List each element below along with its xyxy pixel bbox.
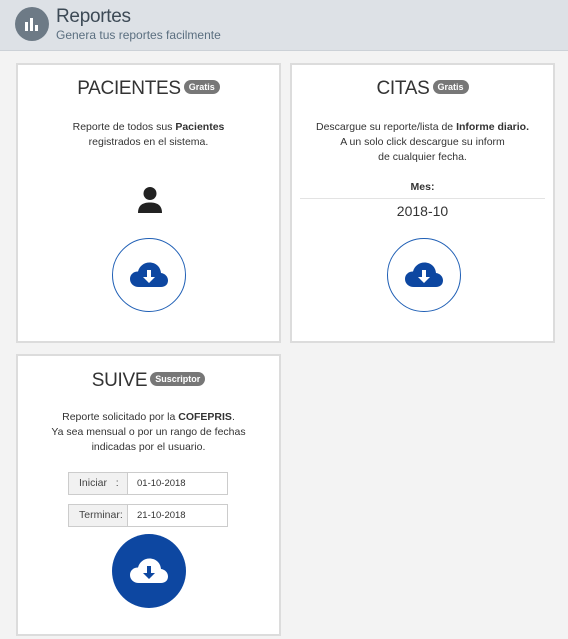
- download-citas-button[interactable]: [387, 238, 461, 312]
- end-date-input[interactable]: 21-10-2018: [128, 504, 228, 527]
- desc-text: A un solo click descargue su inform: [340, 136, 505, 148]
- end-date-group: Terminar: 21-10-2018: [68, 504, 228, 527]
- subscriber-badge: Suscriptor: [150, 371, 206, 386]
- month-value[interactable]: 2018-10: [292, 203, 553, 219]
- desc-bold: COFEPRIS: [178, 411, 232, 423]
- month-label: Mes:: [410, 181, 435, 193]
- month-divider: [300, 198, 545, 199]
- cloud-download-icon: [130, 262, 168, 287]
- start-date-input[interactable]: 01-10-2018: [128, 472, 228, 495]
- page-subtitle: Genera tus reportes facilmente: [56, 28, 221, 42]
- cloud-download-icon: [405, 262, 443, 287]
- card-title: SUIVE Suscriptor: [18, 370, 279, 392]
- page-title: Reportes: [56, 6, 131, 27]
- desc-text: registrados en el sistema.: [88, 136, 209, 148]
- desc-text: .: [231, 411, 235, 423]
- desc-text: indicadas por el usuario.: [91, 441, 206, 453]
- desc-bold: Pacientes: [175, 121, 225, 133]
- desc-text: Reporte de todos sus: [72, 121, 176, 133]
- card-title-text: CITAS: [376, 78, 430, 99]
- person-icon: [138, 187, 162, 213]
- cloud-download-icon: [130, 558, 168, 583]
- desc-bold: Informe diario.: [456, 121, 529, 133]
- desc-text: Ya sea mensual o por un rango de fechas: [51, 426, 246, 438]
- desc-text: de cualquier fecha.: [378, 151, 467, 163]
- suive-card: SUIVE Suscriptor Reporte solicitado por l…: [16, 354, 281, 636]
- start-date-group: Iniciar : 01-10-2018: [68, 472, 228, 495]
- bar-chart-icon: [15, 7, 49, 41]
- card-title-text: SUIVE: [91, 370, 148, 391]
- desc-text: Reporte solicitado por la: [62, 411, 179, 423]
- start-date-label: Iniciar :: [68, 472, 128, 495]
- free-badge: Gratis: [183, 79, 220, 94]
- card-title-text: PACIENTES: [77, 78, 181, 99]
- desc-text: Descargue su reporte/lista de: [315, 121, 457, 133]
- end-date-label: Terminar:: [68, 504, 128, 527]
- citas-card: CITAS Gratis Descargue su reporte/lista d…: [290, 63, 555, 343]
- download-suive-button[interactable]: [112, 534, 186, 608]
- card-description: Reporte de todos sus Pacientes registrad…: [18, 120, 279, 150]
- card-description: Descargue su reporte/lista de Informe di…: [292, 120, 553, 165]
- card-description: Reporte solicitado por la COFEPRIS. Ya s…: [18, 410, 279, 455]
- card-title: CITAS Gratis: [292, 78, 553, 100]
- pacientes-card: PACIENTES Gratis Reporte de todos sus Pac…: [16, 63, 281, 343]
- card-title: PACIENTES Gratis: [18, 78, 279, 100]
- page-header: Reportes Genera tus reportes facilmente: [0, 0, 568, 51]
- download-pacientes-button[interactable]: [112, 238, 186, 312]
- free-badge: Gratis: [432, 79, 469, 94]
